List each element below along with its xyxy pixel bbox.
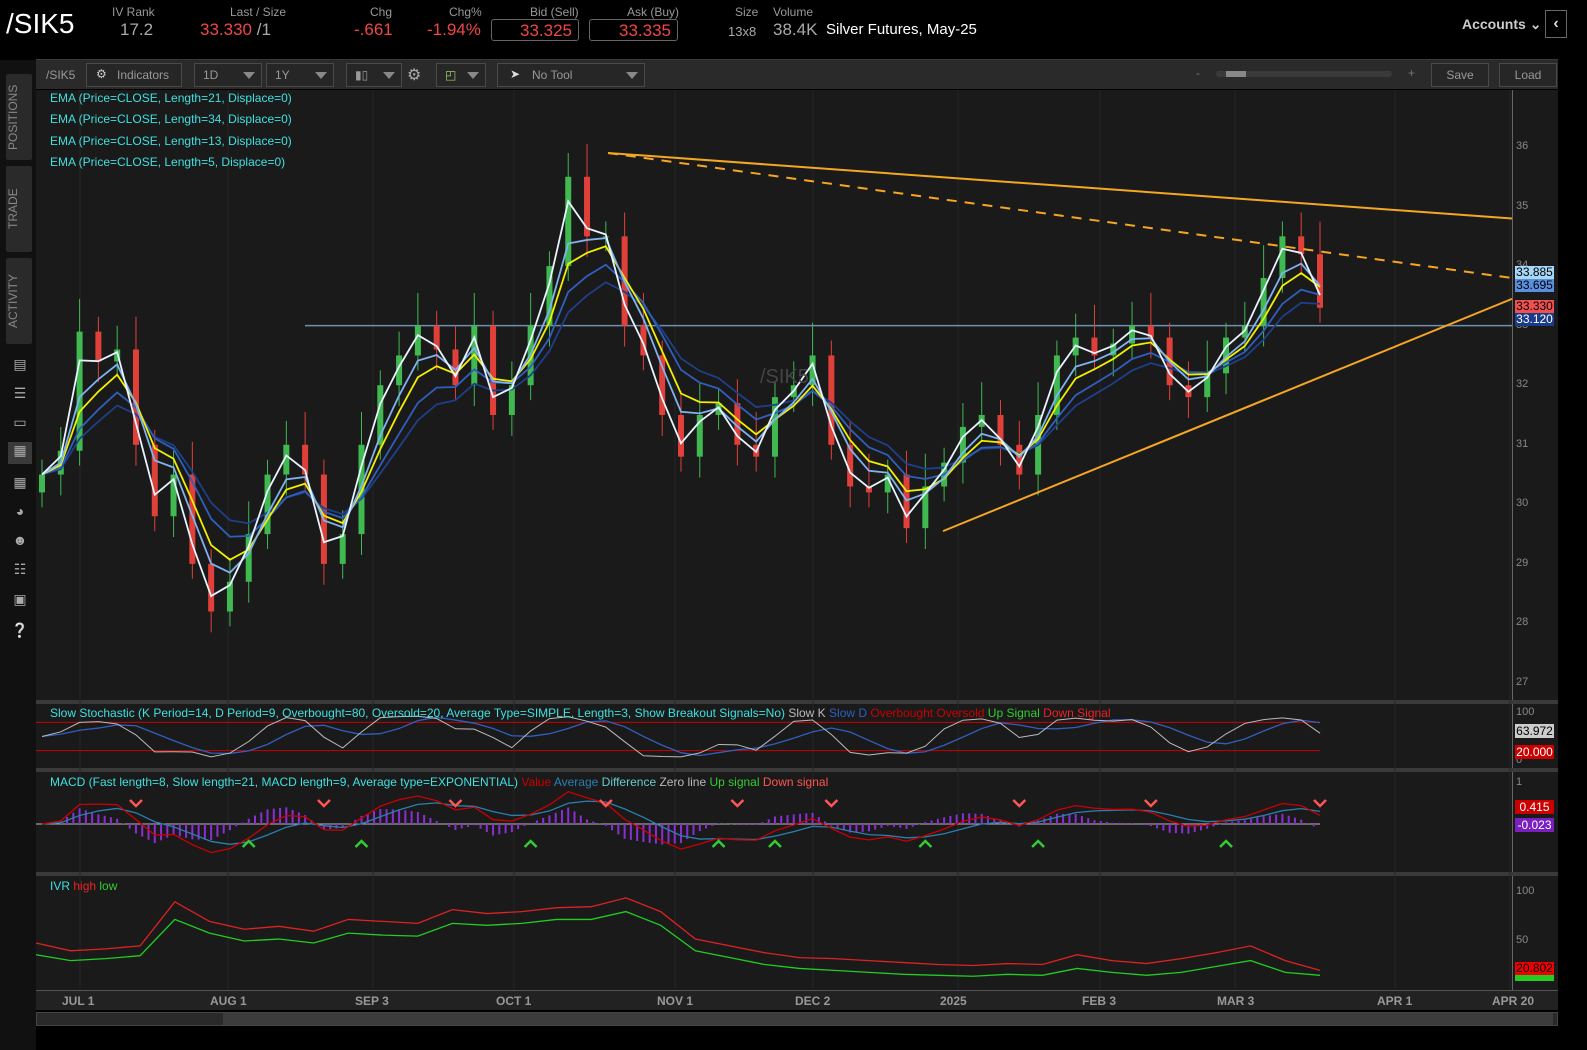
down-signal-arrow <box>730 799 745 808</box>
symbol-watermark: /SIK5 <box>760 366 809 388</box>
ivr-low-line <box>35 910 1321 977</box>
macd-legend: MACD (Fast length=8, Slow length=21, MAC… <box>50 775 828 789</box>
candle-up <box>414 325 421 356</box>
legend-ema5: EMA (Price=CLOSE, Length=5, Displace=0) <box>50 155 286 169</box>
legend-item: Down Signal <box>1039 706 1111 720</box>
trendline-resistance <box>607 151 1513 220</box>
candle-down <box>678 415 684 457</box>
up-signal-arrow <box>1031 839 1045 848</box>
candle-down <box>1016 444 1023 475</box>
ivr-legend: IVR high low <box>50 879 117 893</box>
up-signal-arrow <box>1219 839 1233 848</box>
stoch-tick-label: 100 <box>1516 706 1535 718</box>
ivr-tag: 20.802 <box>1515 961 1554 975</box>
macd-tag: -0.023 <box>1515 818 1554 832</box>
legend-item: Down signal <box>759 775 829 789</box>
legend-item: Overbought <box>867 706 934 720</box>
up-signal-arrow <box>711 839 726 848</box>
candle-down <box>1298 236 1305 255</box>
stochastic-legend: Slow Stochastic (K Period=14, D Period=9… <box>50 706 1111 720</box>
legend-item: Slow K <box>785 706 826 720</box>
stoch-tag: 20.000 <box>1515 745 1554 759</box>
candle-up <box>39 474 45 493</box>
candle-down <box>95 331 102 362</box>
trendline-resistance-dashed <box>607 151 1513 280</box>
candle-up <box>771 397 778 457</box>
ivr-high-line <box>35 897 1321 972</box>
price-tick-label: 35 <box>1516 199 1529 212</box>
ivr-title: IVR <box>50 879 71 893</box>
down-signal-arrow <box>1012 799 1027 808</box>
price-tag: 33.695 <box>1515 278 1554 292</box>
legend-item: Up signal <box>706 775 760 789</box>
candle-up <box>339 534 346 564</box>
legend-ema34: EMA (Price=CLOSE, Length=34, Displace=0) <box>50 112 292 126</box>
down-signal-arrow <box>1143 799 1158 808</box>
down-signal-arrow <box>824 799 839 808</box>
up-signal-arrow <box>768 839 782 848</box>
legend-item: Slow D <box>825 706 868 720</box>
macd-title: MACD (Fast length=8, Slow length=21, MAC… <box>50 775 519 789</box>
stochastic-title: Slow Stochastic (K Period=14, D Period=9… <box>50 706 785 720</box>
candle-down <box>1317 254 1323 308</box>
date-tick-label: APR 1 <box>1377 994 1413 1008</box>
down-signal-arrow <box>1313 799 1327 808</box>
trendline-support <box>942 297 1513 533</box>
legend-ema13: EMA (Price=CLOSE, Length=13, Displace=0) <box>50 134 292 148</box>
slow-d-line <box>41 716 1321 757</box>
ivr-tick-label: 100 <box>1516 885 1535 897</box>
legend-item: high <box>70 879 97 893</box>
legend-item: Zero line <box>656 775 707 789</box>
price-tick-label: 32 <box>1516 378 1529 391</box>
legend-item: Average <box>551 775 599 789</box>
candle-down <box>490 325 497 415</box>
price-tag: 33.120 <box>1515 312 1554 326</box>
date-tick-label: SEP 3 <box>355 994 389 1008</box>
legend-item: Value <box>518 775 552 789</box>
legend-item: Up Signal <box>984 706 1040 720</box>
up-signal-arrow <box>523 839 538 848</box>
stoch-tag: 63.972 <box>1515 724 1554 738</box>
legend-ema21: EMA (Price=CLOSE, Length=21, Displace=0) <box>50 91 292 105</box>
price-tick-label: 29 <box>1516 556 1529 569</box>
price-tick-label: 28 <box>1516 616 1529 629</box>
date-tick-label: JUL 1 <box>62 994 95 1008</box>
up-signal-arrow <box>918 839 933 848</box>
macd-tag: 0.415 <box>1515 800 1554 814</box>
legend-item: low <box>96 879 118 893</box>
date-tick-label: NOV 1 <box>657 994 694 1008</box>
price-tick-label: 36 <box>1516 140 1529 152</box>
legend-item: Oversold <box>933 706 985 720</box>
price-tick-label: 27 <box>1516 676 1529 688</box>
date-tick-label: MAR 3 <box>1217 994 1255 1008</box>
candle-up <box>264 474 271 535</box>
price-tick-label: 30 <box>1516 497 1529 510</box>
date-tick-label: DEC 2 <box>795 994 831 1008</box>
date-tick-label: APR 20 <box>1492 994 1535 1008</box>
ivr-tick-label: 50 <box>1516 934 1529 946</box>
macd-tick-label: 1 <box>1516 776 1523 788</box>
legend-item: Difference <box>598 775 657 789</box>
date-tick-label: FEB 3 <box>1082 994 1117 1008</box>
date-tick-label: OCT 1 <box>496 994 532 1008</box>
up-signal-arrow <box>354 839 369 848</box>
date-tick-label: 2025 <box>940 994 967 1008</box>
down-signal-arrow <box>317 799 331 808</box>
price-tick-label: 31 <box>1516 437 1529 450</box>
date-tick-label: AUG 1 <box>210 994 247 1008</box>
down-signal-arrow <box>129 799 143 808</box>
